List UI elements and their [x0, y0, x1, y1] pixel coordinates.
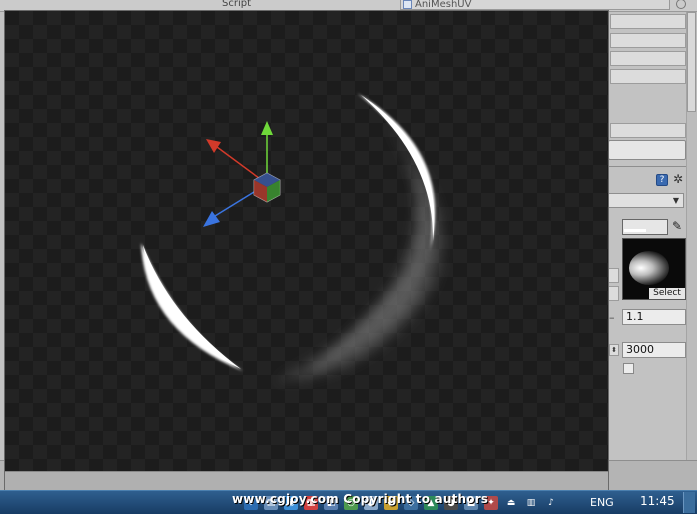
offset-field[interactable] — [608, 286, 619, 301]
usb-icon[interactable]: ⏏ — [504, 496, 518, 510]
network-icon[interactable]: ▥ — [524, 496, 538, 510]
eyedropper-icon[interactable]: ✎ — [672, 219, 682, 233]
show-desktop-button[interactable] — [683, 492, 695, 513]
scene-canvas — [141, 93, 443, 381]
crescent-trail-inner — [305, 161, 432, 371]
component-target-icon[interactable] — [676, 0, 686, 9]
script-label: Script — [222, 0, 252, 9]
inspector-field-1[interactable] — [610, 14, 686, 29]
gizmo-x-arrow[interactable] — [206, 139, 221, 153]
checkbox[interactable] — [623, 363, 634, 374]
inspector-button[interactable] — [608, 140, 686, 160]
script-field[interactable]: AniMeshUV — [400, 0, 670, 10]
inspector-field-2[interactable] — [610, 33, 686, 48]
texture-preview — [629, 251, 669, 285]
script-icon — [403, 0, 412, 9]
texture-slot[interactable]: Select — [622, 238, 686, 300]
volume-icon[interactable]: ♪ — [544, 496, 558, 510]
texture-select-button[interactable]: Select — [649, 288, 685, 299]
crescent-left-core — [143, 245, 241, 369]
tiling-field[interactable] — [608, 268, 619, 283]
inspector-field-4[interactable] — [610, 69, 686, 84]
float-field[interactable]: 1.1 — [622, 309, 686, 325]
float-label: – — [609, 311, 615, 324]
inspector-field-3[interactable] — [610, 51, 686, 66]
gizmo-y-arrow[interactable] — [261, 121, 273, 135]
gizmo-z-arrow[interactable] — [203, 211, 220, 227]
script-field-value: AniMeshUV — [415, 0, 472, 10]
input-language[interactable]: ENG — [590, 496, 614, 509]
scrollbar-thumb[interactable] — [687, 12, 696, 112]
system-clock[interactable]: 11:45 — [640, 494, 675, 508]
scene-window — [4, 10, 609, 496]
scene-viewport[interactable] — [5, 11, 608, 471]
color-swatch[interactable] — [622, 219, 668, 235]
int-field[interactable]: 3000 — [622, 342, 686, 358]
shader-dropdown[interactable]: ▼ — [608, 193, 684, 208]
watermark-text: www.cgjoy.com Copyright to authors — [232, 492, 489, 506]
gear-icon[interactable]: ✲ — [673, 173, 683, 185]
help-icon[interactable]: ? — [656, 174, 668, 186]
chevron-down-icon: ▼ — [672, 196, 679, 205]
divider — [605, 166, 697, 167]
crescent-left — [141, 243, 243, 371]
alpha-bar — [624, 229, 646, 232]
transform-gizmo[interactable] — [203, 121, 281, 227]
stepper-icon[interactable]: ⬍ — [609, 344, 619, 356]
inspector-field-5[interactable] — [610, 123, 686, 138]
